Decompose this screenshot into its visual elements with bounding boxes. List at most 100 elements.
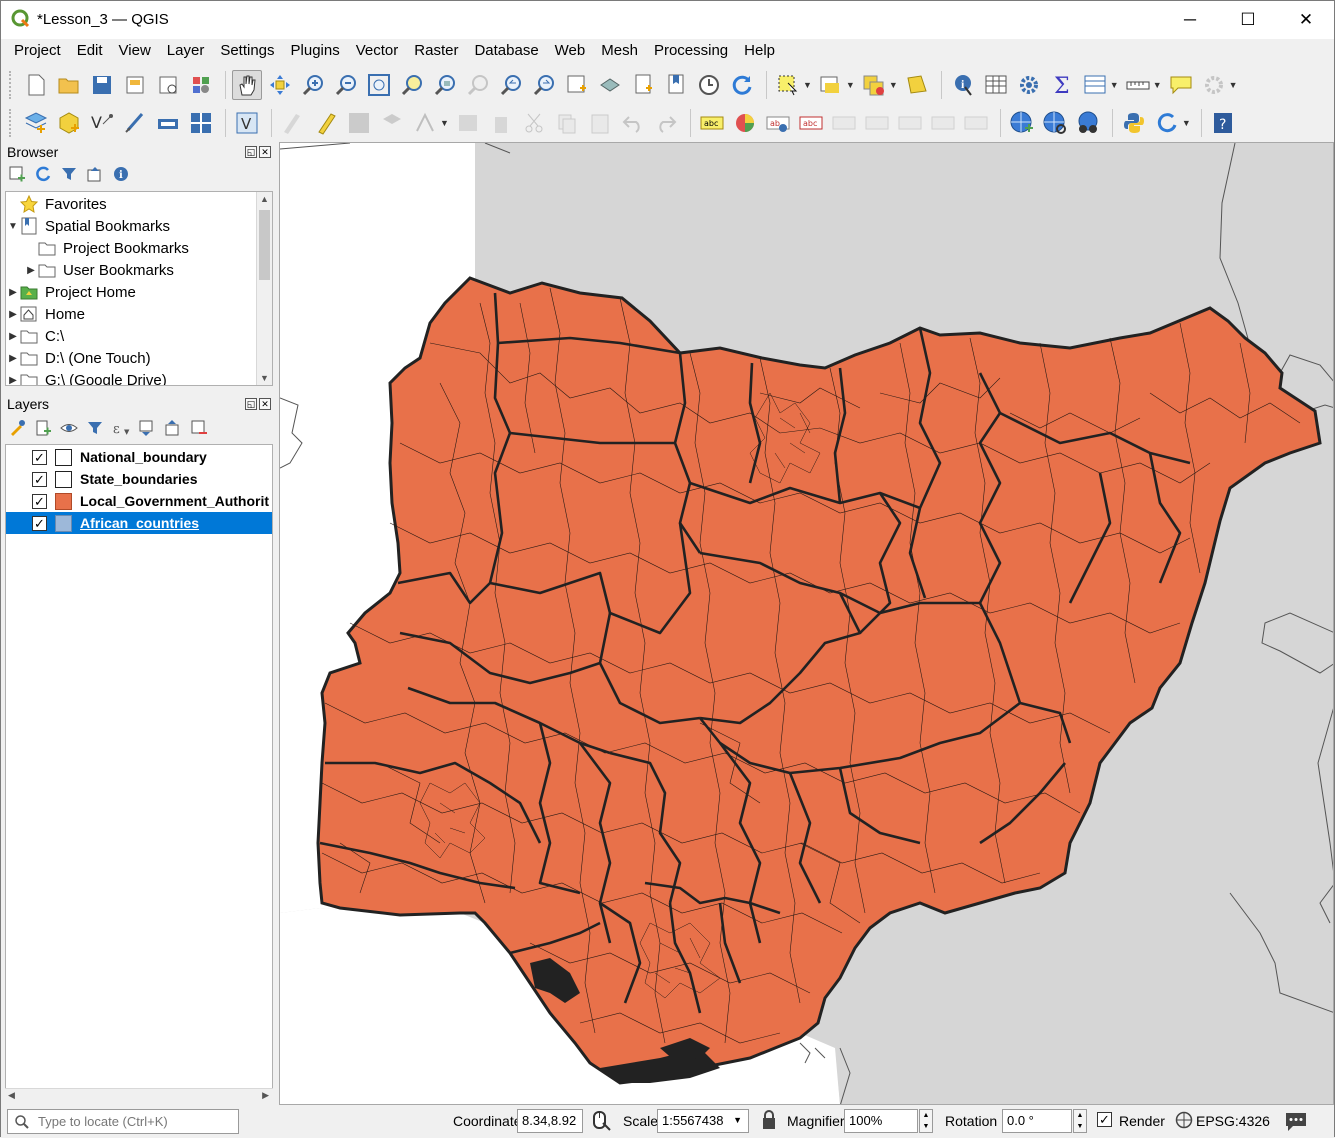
browser-item-drive-g[interactable]: ▶ G:\ (Google Drive) — [6, 369, 258, 386]
collapse-all-icon[interactable] — [85, 164, 105, 184]
show-bookmarks-icon[interactable] — [661, 70, 691, 100]
delete-selected-icon[interactable] — [486, 108, 516, 138]
style-panel-brush-icon[interactable] — [7, 418, 27, 438]
new-3d-map-view-icon[interactable] — [595, 70, 625, 100]
layout-manager-button[interactable] — [153, 70, 183, 100]
layer-visibility-checkbox[interactable]: ✓ — [32, 515, 47, 531]
menu-layer[interactable]: Layer — [159, 39, 213, 65]
menu-plugins[interactable]: Plugins — [283, 39, 348, 65]
copy-features-icon[interactable] — [552, 108, 582, 138]
help-contents-icon[interactable]: ? — [1208, 108, 1238, 138]
pin-labels-icon[interactable]: abc — [796, 108, 826, 138]
menu-mesh[interactable]: Mesh — [593, 39, 646, 65]
rotation-spinner[interactable]: ▲ ▼ — [1073, 1109, 1087, 1133]
save-project-button[interactable] — [87, 70, 117, 100]
map-tips-icon[interactable] — [1166, 70, 1196, 100]
filter-icon[interactable] — [59, 164, 79, 184]
remove-layer-icon[interactable] — [189, 418, 209, 438]
magnifier-field[interactable]: 100% — [844, 1109, 918, 1133]
info-icon[interactable]: i — [111, 164, 131, 184]
add-group-icon[interactable] — [33, 418, 53, 438]
menu-processing[interactable]: Processing — [646, 39, 736, 65]
chevron-right-icon[interactable]: ▶ — [24, 265, 38, 276]
map-canvas[interactable] — [279, 142, 1334, 1105]
render-checkbox[interactable]: ✓ — [1097, 1112, 1112, 1127]
deselect-features-icon[interactable] — [859, 70, 889, 100]
filter-legend-icon[interactable] — [85, 418, 105, 438]
new-print-layout-button[interactable] — [120, 70, 150, 100]
toolbar-grip[interactable] — [9, 108, 15, 137]
open-project-button[interactable] — [54, 70, 84, 100]
new-project-button[interactable] — [21, 70, 51, 100]
scroll-left-icon[interactable]: ◀ — [8, 1090, 15, 1101]
minimize-button[interactable]: ─ — [1161, 1, 1219, 39]
select-features-icon[interactable] — [773, 70, 803, 100]
chevron-down-icon[interactable]: ▼ — [889, 80, 898, 90]
zoom-last-icon[interactable] — [496, 70, 526, 100]
layer-visibility-checkbox[interactable]: ✓ — [32, 449, 47, 465]
wms-globe-icon[interactable] — [1040, 108, 1070, 138]
toolbar-grip[interactable] — [9, 70, 15, 99]
pan-to-selection-button[interactable] — [265, 70, 295, 100]
browser-item-spatial-bookmarks[interactable]: ▼ Spatial Bookmarks — [6, 215, 258, 237]
layer-row-local-government[interactable]: ✓ Local_Government_Authorit — [6, 490, 272, 512]
chevron-down-icon[interactable]: ▼ — [846, 80, 855, 90]
menu-help[interactable]: Help — [736, 39, 783, 65]
plugin-reload-icon[interactable] — [1152, 108, 1182, 138]
crs-label[interactable]: EPSG:4326 — [1196, 1113, 1270, 1129]
undo-icon[interactable] — [618, 108, 648, 138]
label-toolbar-icon[interactable]: abc — [697, 108, 727, 138]
vertex-tool-icon[interactable] — [410, 108, 440, 138]
crs-globe-icon[interactable] — [1175, 1111, 1193, 1132]
paste-features-icon[interactable] — [585, 108, 615, 138]
magnifier-spinner[interactable]: ▲ ▼ — [919, 1109, 933, 1133]
chevron-down-icon[interactable]: ▼ — [1153, 80, 1162, 90]
chevron-down-icon[interactable]: ▼ — [1110, 80, 1119, 90]
python-console-icon[interactable] — [1119, 108, 1149, 138]
lock-scale-icon[interactable] — [761, 1110, 777, 1133]
toggle-extents-mouse-icon[interactable] — [589, 1109, 611, 1134]
zoom-full-icon[interactable] — [364, 70, 394, 100]
scale-combobox[interactable]: 1:5567438 ▼ — [657, 1109, 749, 1133]
open-table-view-icon[interactable] — [1080, 70, 1110, 100]
collapse-all-icon[interactable] — [163, 418, 183, 438]
coordinate-field[interactable]: 8.34,8.92 — [517, 1109, 583, 1133]
browser-item-drive-c[interactable]: ▶ C:\ — [6, 325, 258, 347]
move-label-icon[interactable] — [862, 108, 892, 138]
add-selected-layers-icon[interactable] — [7, 164, 27, 184]
messages-icon[interactable] — [1284, 1110, 1308, 1135]
redo-icon[interactable] — [651, 108, 681, 138]
menu-settings[interactable]: Settings — [212, 39, 282, 65]
locator-search-input[interactable]: Type to locate (Ctrl+K) — [7, 1109, 239, 1134]
expand-all-icon[interactable] — [137, 418, 157, 438]
manage-map-themes-eye-icon[interactable] — [59, 418, 79, 438]
show-hide-labels-icon[interactable] — [829, 108, 859, 138]
zoom-in-icon[interactable] — [298, 70, 328, 100]
new-virtual-layer-icon[interactable] — [153, 108, 183, 138]
float-panel-icon[interactable]: ◱ — [245, 398, 257, 410]
toggle-editing-pencil-icon[interactable] — [311, 108, 341, 138]
new-map-view-icon[interactable] — [562, 70, 592, 100]
menu-database[interactable]: Database — [466, 39, 546, 65]
browser-item-project-home[interactable]: ▶ Project Home — [6, 281, 258, 303]
maximize-button[interactable]: ☐ — [1219, 1, 1277, 39]
modify-attributes-icon[interactable] — [453, 108, 483, 138]
processing-toolbox-icon[interactable] — [1014, 70, 1044, 100]
browser-item-project-bookmarks[interactable]: Project Bookmarks — [6, 237, 258, 259]
new-bookmark-icon[interactable] — [628, 70, 658, 100]
select-by-value-icon[interactable] — [816, 70, 846, 100]
statistical-summary-icon[interactable]: Σ — [1047, 70, 1077, 100]
menu-web[interactable]: Web — [547, 39, 594, 65]
scroll-up-icon[interactable]: ▲ — [260, 194, 269, 204]
browser-scrollbar[interactable]: ▲ ▼ — [256, 192, 272, 385]
menu-vector[interactable]: Vector — [348, 39, 407, 65]
layer-row-state-boundaries[interactable]: ✓ State_boundaries — [6, 468, 272, 490]
menu-project[interactable]: Project — [6, 39, 69, 65]
scroll-down-icon[interactable]: ▼ — [260, 373, 269, 383]
chevron-right-icon[interactable]: ▶ — [6, 309, 20, 320]
pan-map-button[interactable] — [232, 69, 262, 100]
chevron-down-icon[interactable]: ▼ — [1182, 118, 1191, 128]
chevron-right-icon[interactable]: ▶ — [6, 375, 20, 386]
chevron-down-icon[interactable]: ▼ — [1229, 80, 1238, 90]
float-panel-icon[interactable]: ◱ — [245, 146, 257, 158]
